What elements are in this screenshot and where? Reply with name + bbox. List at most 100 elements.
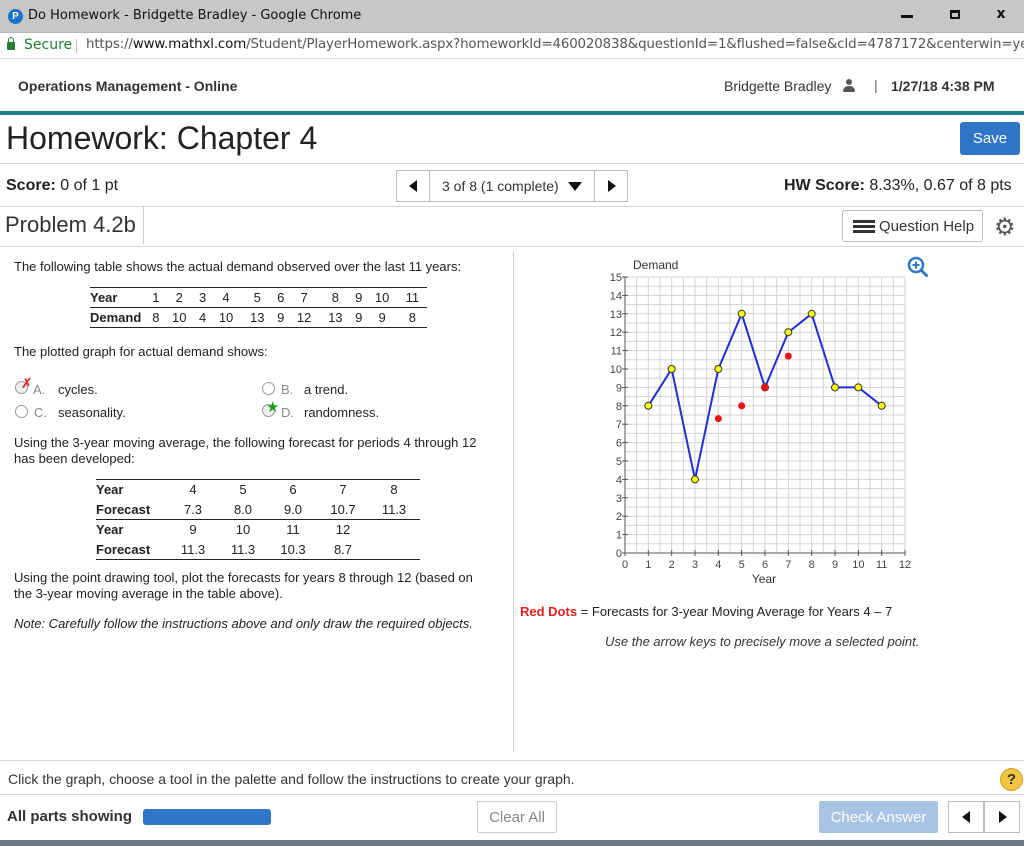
year-cell: 7 [339, 482, 347, 498]
forecast-point[interactable] [784, 352, 792, 360]
moving-average-text: Using the 3-year moving average, the fol… [14, 435, 477, 450]
year-cell: 10 [235, 522, 251, 538]
demand-cell: 12 [296, 310, 312, 325]
forecast-year-label: Year [96, 522, 124, 538]
y-tick-label: 4 [616, 474, 622, 486]
demand-point[interactable] [667, 365, 676, 373]
y-tick-label: 14 [610, 290, 622, 302]
divider [0, 246, 1024, 247]
demand-point[interactable] [784, 328, 793, 337]
forecast-cell: 11.3 [180, 541, 206, 557]
problem-divider [143, 206, 144, 244]
year-cell: 8 [331, 290, 339, 305]
demand-cell: 10 [171, 310, 187, 325]
forecast-cell: 10.7 [330, 501, 356, 517]
forecast-table: Year 4 5 6 7 8 Forecast 7.3 8.0 9.0 10.7… [96, 479, 420, 560]
question-selector[interactable]: 3 of 8 (1 complete) [430, 170, 594, 202]
close-window-button[interactable]: x [978, 0, 1024, 32]
score-label: Score: [6, 177, 56, 194]
graph-question: The plotted graph for actual demand show… [14, 344, 268, 359]
demand-point[interactable] [807, 309, 816, 318]
question-help-button[interactable]: Question Help [842, 210, 983, 242]
help-icon[interactable]: ? [1000, 768, 1023, 791]
x-tick-label: 2 [669, 559, 675, 571]
demand-cell: 10 [218, 310, 234, 325]
note-text: Note: Carefully follow the instructions … [14, 616, 473, 631]
y-tick-label: 11 [611, 346, 622, 358]
incorrect-x-icon: ✗ [21, 376, 33, 392]
forecast-point[interactable] [738, 402, 746, 410]
bottom-next-button[interactable] [984, 801, 1020, 833]
minimize-button[interactable] [884, 0, 930, 32]
chevron-down-icon [568, 182, 582, 191]
question-progress: 3 of 8 (1 complete) [442, 178, 559, 194]
option-d-letter: D. [281, 405, 294, 420]
mathxl-logo-icon: P [8, 9, 23, 24]
x-tick-label: 6 [762, 559, 768, 571]
save-button[interactable]: Save [960, 122, 1020, 155]
moving-average-text: has been developed: [14, 451, 135, 466]
header-separator: | [874, 77, 878, 93]
y-tick-label: 10 [610, 364, 622, 376]
clear-all-button[interactable]: Clear All [477, 801, 557, 833]
check-answer-button[interactable]: Check Answer [819, 801, 938, 833]
gear-icon[interactable]: ⚙ [994, 213, 1016, 241]
previous-question-button[interactable] [396, 170, 430, 202]
demand-cell: 13 [328, 310, 343, 325]
url-text[interactable]: https://www.mathxl.com/Student/PlayerHom… [86, 37, 1024, 52]
header-date: 1/27/18 4:38 PM [891, 78, 995, 94]
demand-chart[interactable]: 0 1 2 3 4 5 6 7 8 9 10 11 120123456789101112131415 D… [600, 252, 920, 592]
arrow-right-icon [608, 180, 616, 192]
legend-text: = Forecasts for 3-year Moving Average fo… [577, 604, 893, 619]
option-a-radio[interactable]: ✗ [15, 376, 33, 395]
demand-cell: 4 [199, 310, 207, 325]
demand-point[interactable] [737, 309, 746, 318]
demand-point[interactable] [877, 401, 886, 410]
lock-icon [7, 37, 15, 50]
forecast-table-row: Forecast 7.3 8.0 9.0 10.7 11.3 [96, 500, 420, 520]
column-divider [513, 252, 514, 752]
year-cell: 11 [286, 522, 300, 538]
forecast-table-row: Year 4 5 6 7 8 [96, 479, 420, 500]
demand-cell: 13 [250, 310, 265, 325]
option-b-radio[interactable] [262, 382, 275, 395]
address-bar[interactable]: Secure https://www.mathxl.com/Student/Pl… [0, 33, 1024, 59]
correct-star-icon: ★ [266, 398, 280, 416]
year-cell: 12 [335, 522, 351, 538]
forecast-label: Forecast [96, 501, 151, 517]
divider [0, 794, 1024, 795]
year-cell: 11 [405, 290, 420, 305]
option-c-radio[interactable] [15, 405, 28, 418]
demand-point[interactable] [854, 383, 863, 392]
demand-point[interactable] [831, 383, 839, 392]
next-question-button[interactable] [594, 170, 628, 202]
demand-point[interactable] [644, 401, 653, 410]
option-d-text: randomness. [304, 405, 380, 420]
x-tick-label: 1 [645, 559, 651, 571]
forecast-point[interactable] [761, 383, 769, 391]
demand-point[interactable] [714, 365, 723, 373]
arrow-left-icon [409, 180, 417, 192]
y-tick-label: 7 [616, 419, 622, 431]
problem-title: Problem 4.2b [5, 212, 136, 237]
homework-title: Homework: Chapter 4 [6, 120, 318, 156]
maximize-button[interactable] [932, 0, 978, 32]
demand-point[interactable] [691, 475, 699, 484]
url-path: /Student/PlayerHomework.aspx?homeworkId=… [246, 37, 1024, 52]
forecast-cell: 11.3 [381, 501, 407, 517]
forecast-point[interactable] [714, 415, 722, 423]
bottom-previous-button[interactable] [948, 801, 984, 833]
demand-cell: 8 [152, 310, 160, 325]
year-cell: 1 [152, 290, 160, 305]
y-tick-label: 5 [616, 456, 622, 468]
forecast-cell: 11.3 [230, 541, 256, 557]
demand-table-demand-row: Demand 8 10 4 10 13 9 12 13 9 9 8 [90, 308, 427, 328]
forecast-cell: 8.0 [233, 501, 253, 517]
score: Score: 0 of 1 pt [6, 177, 118, 195]
legend-red-dots: Red Dots [520, 604, 578, 619]
plot-instructions: Using the point drawing tool, plot the f… [14, 570, 473, 585]
year-cell: 3 [199, 290, 207, 305]
address-divider [76, 39, 77, 53]
option-d-radio[interactable]: ★ [262, 398, 279, 418]
zoom-in-icon[interactable] [907, 256, 928, 277]
